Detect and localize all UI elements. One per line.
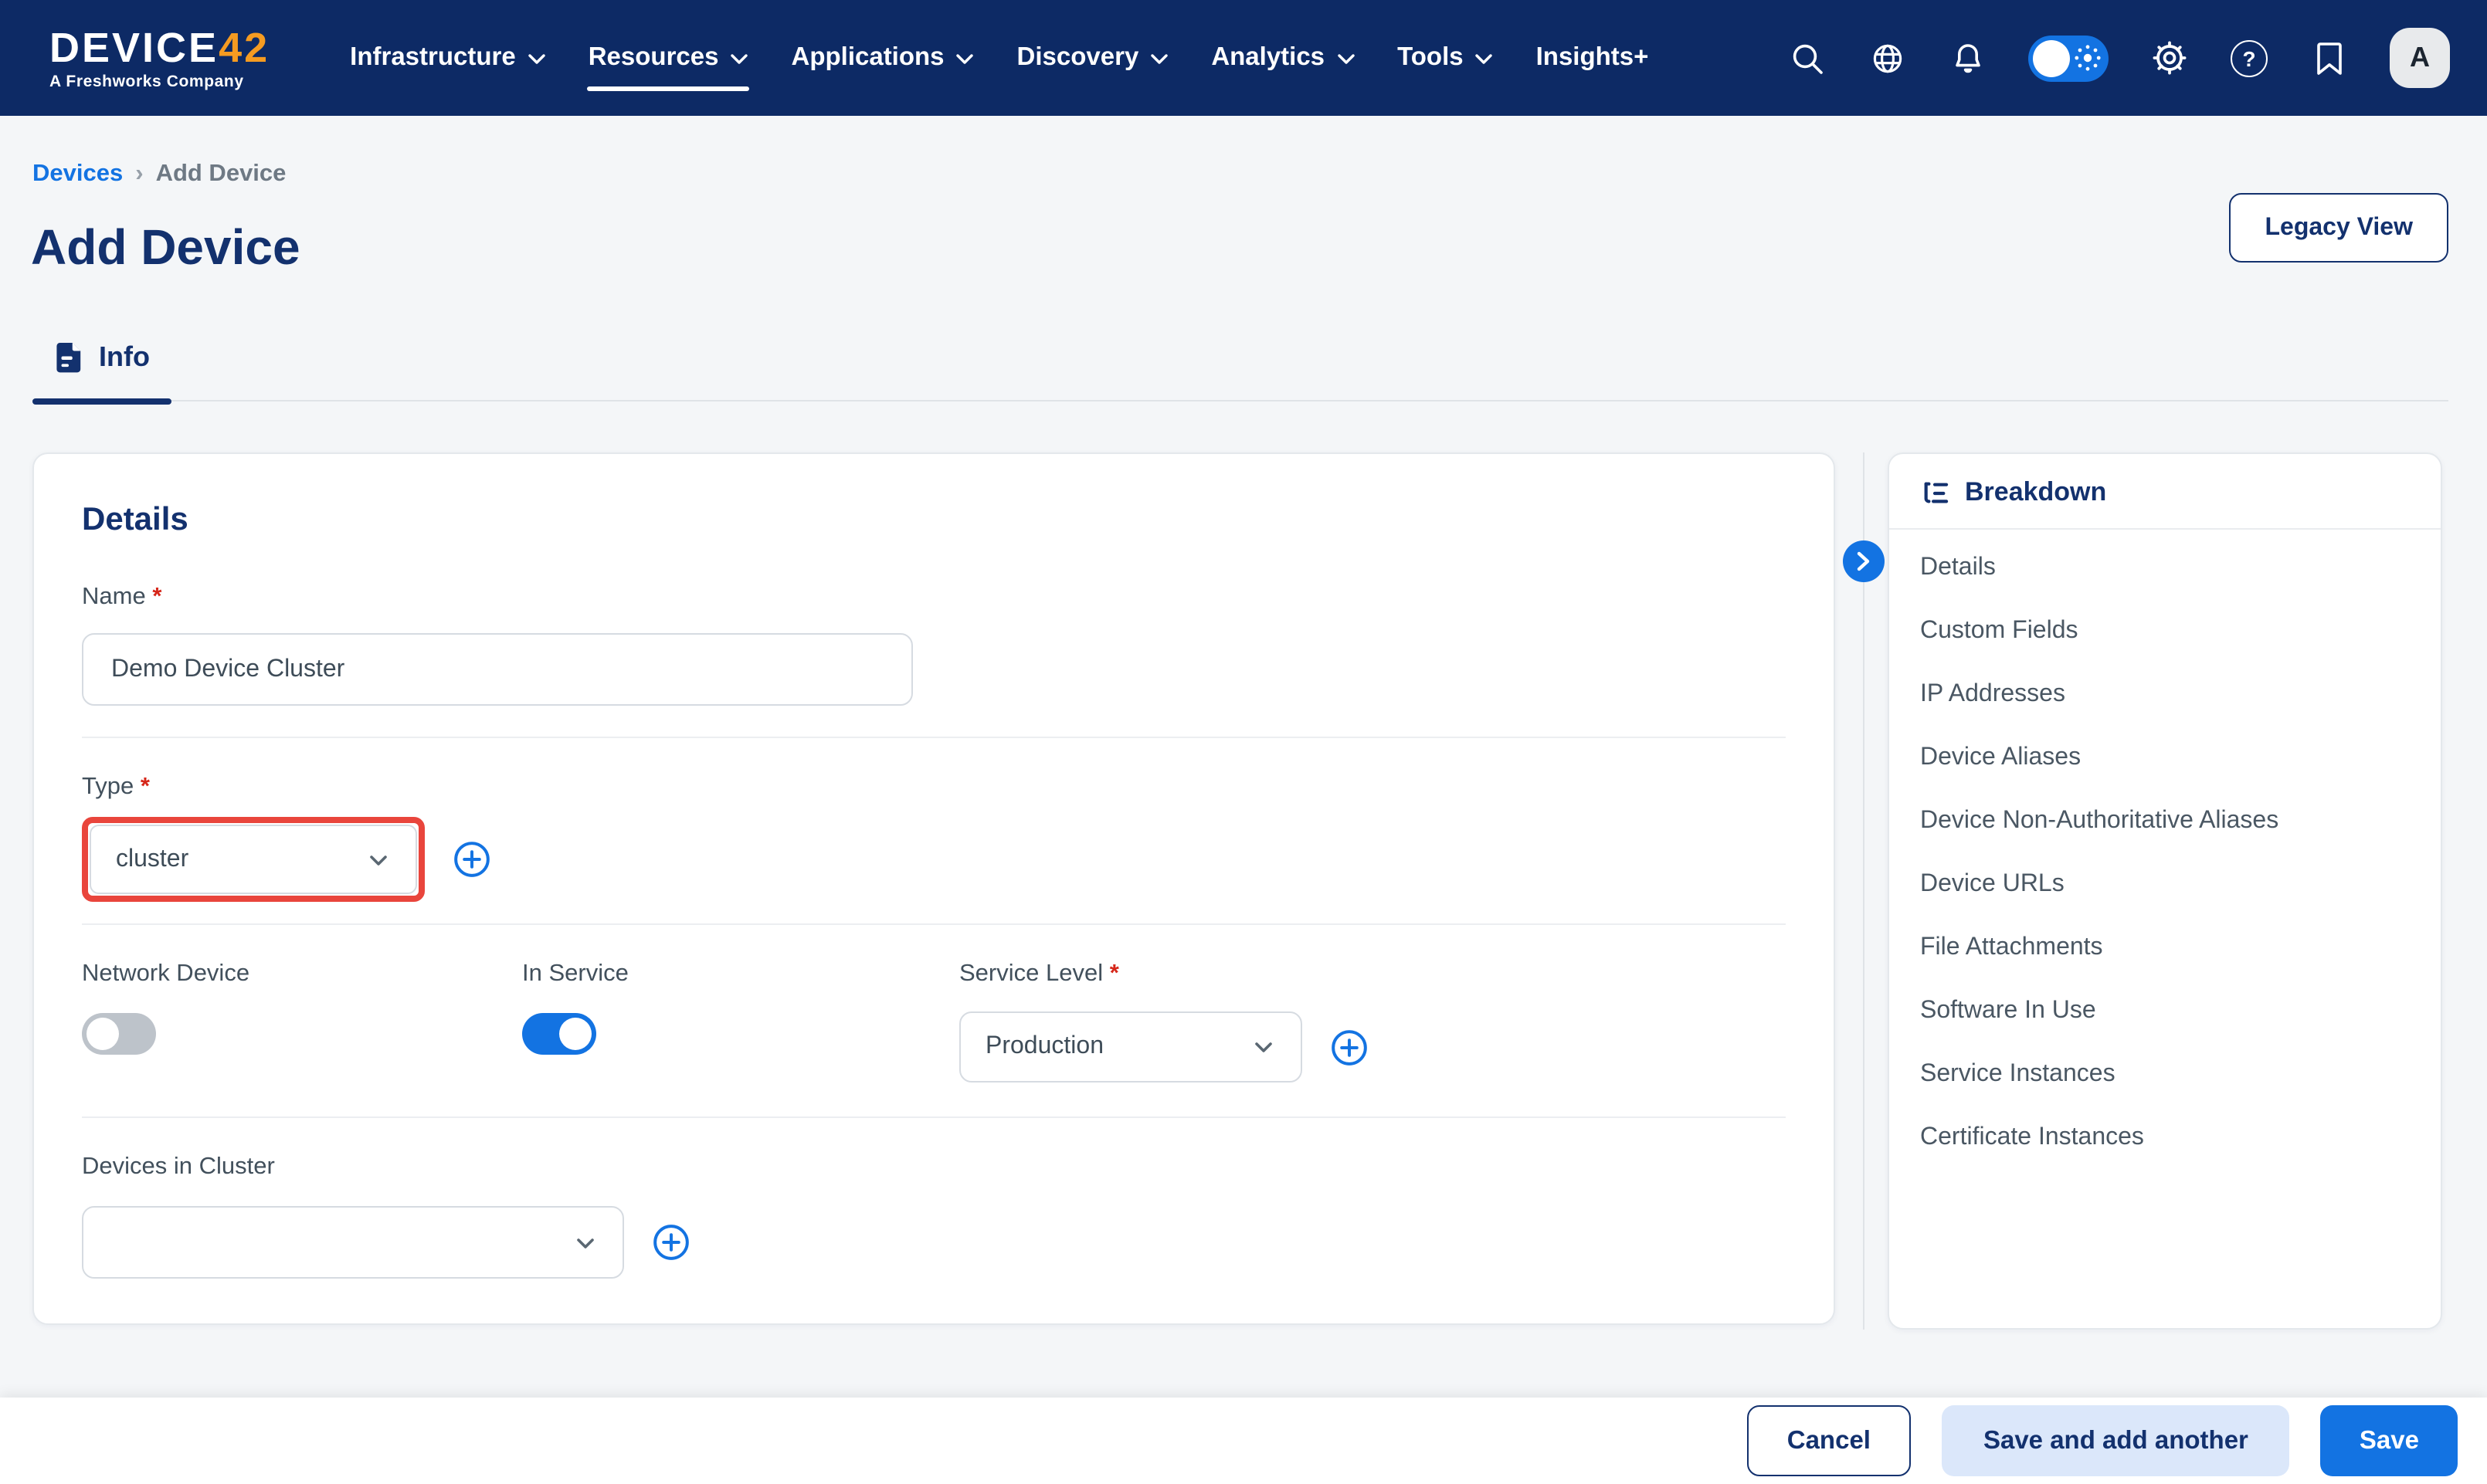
service-level-label: Service Level — [959, 959, 1369, 988]
breadcrumb-separator: › — [135, 161, 143, 188]
save-and-add-another-button[interactable]: Save and add another — [1942, 1405, 2290, 1476]
theme-toggle-knob — [2033, 39, 2070, 76]
breakdown-list: Details Custom Fields IP Addresses Devic… — [1889, 530, 2441, 1175]
nav-item[interactable]: Tools — [1376, 0, 1515, 116]
main-menu: Infrastructure Resources Applications Di… — [328, 0, 1670, 116]
breakdown-list-item[interactable]: Certificate Instances — [1920, 1106, 2410, 1169]
logo-tagline: A Freshworks Company — [49, 72, 270, 90]
legacy-view-button[interactable]: Legacy View — [2229, 193, 2448, 263]
list-tree-icon — [1920, 479, 1949, 506]
chevron-down-icon — [573, 1230, 598, 1255]
breadcrumb: Devices › Add Device — [32, 161, 286, 188]
breakdown-list-item[interactable]: Device Aliases — [1920, 726, 2410, 789]
globe-icon[interactable] — [1868, 39, 1906, 77]
collapse-panel-button[interactable] — [1843, 540, 1885, 582]
breadcrumb-current: Add Device — [156, 161, 287, 188]
nav-item[interactable]: Resources — [567, 0, 770, 116]
in-service-toggle[interactable] — [522, 1013, 596, 1055]
tab-info[interactable]: Info — [32, 341, 171, 400]
service-level-value: Production — [986, 1033, 1104, 1061]
gear-icon[interactable] — [2150, 39, 2189, 77]
type-select-value: cluster — [116, 845, 188, 873]
breakdown-title: Breakdown — [1965, 477, 2106, 508]
cancel-button[interactable]: Cancel — [1747, 1405, 1911, 1476]
breakdown-list-item[interactable]: Software In Use — [1920, 979, 2410, 1042]
chevron-down-icon — [731, 54, 748, 65]
save-button[interactable]: Save — [2321, 1405, 2458, 1476]
nav-item[interactable]: Discovery — [996, 0, 1190, 116]
type-highlight-annotation: cluster — [82, 817, 425, 902]
page-title: Add Device — [31, 218, 300, 276]
breakdown-list-item[interactable]: Details — [1920, 536, 2410, 599]
name-input[interactable] — [82, 633, 913, 706]
chevron-down-icon — [1476, 54, 1493, 65]
breakdown-header: Breakdown — [1889, 454, 2441, 530]
panel-rail — [1863, 452, 1864, 1330]
chevron-down-icon — [366, 847, 391, 872]
name-label: Name — [82, 582, 1786, 612]
add-service-level-button[interactable] — [1330, 1028, 1369, 1066]
section-title-details: Details — [82, 500, 1786, 540]
breakdown-list-item[interactable]: Custom Fields — [1920, 599, 2410, 662]
action-footer: Cancel Save and add another Save — [0, 1398, 2487, 1484]
add-device-to-cluster-button[interactable] — [652, 1223, 690, 1262]
nav-item[interactable]: Infrastructure — [328, 0, 567, 116]
breadcrumb-devices-link[interactable]: Devices — [32, 161, 123, 188]
breakdown-list-item[interactable]: Device Non-Authoritative Aliases — [1920, 789, 2410, 852]
help-icon[interactable]: ? — [2231, 39, 2268, 76]
toggle-knob — [559, 1018, 592, 1050]
toggle-knob — [87, 1018, 119, 1050]
type-select[interactable]: cluster — [90, 825, 417, 894]
bell-icon[interactable] — [1948, 39, 1987, 77]
sun-icon — [2073, 43, 2102, 73]
tab-info-label: Info — [99, 341, 150, 374]
add-type-button[interactable] — [453, 840, 491, 879]
network-device-toggle[interactable] — [82, 1013, 156, 1055]
nav-item[interactable]: Applications — [770, 0, 996, 116]
service-level-select[interactable]: Production — [959, 1011, 1302, 1083]
app-viewport: DEVICE42 A Freshworks Company Infrastruc… — [0, 0, 2487, 1484]
in-service-label: In Service — [522, 959, 959, 988]
breakdown-list-item[interactable]: File Attachments — [1920, 916, 2410, 979]
breakdown-list-item[interactable]: IP Addresses — [1920, 662, 2410, 726]
devices-in-cluster-label: Devices in Cluster — [82, 1152, 1786, 1181]
device42-logo[interactable]: DEVICE42 A Freshworks Company — [49, 25, 270, 90]
breakdown-list-item[interactable]: Device URLs — [1920, 852, 2410, 916]
details-card: Details Name Type cluster — [32, 452, 1835, 1325]
bookmark-icon[interactable] — [2309, 39, 2348, 77]
chevron-down-icon — [1251, 1035, 1276, 1059]
nav-item[interactable]: Analytics — [1189, 0, 1376, 116]
tab-bar: Info — [32, 341, 2448, 401]
network-device-label: Network Device — [82, 959, 522, 988]
nav-item[interactable]: Insights+ — [1515, 0, 1671, 116]
user-avatar[interactable]: A — [2390, 28, 2450, 88]
search-icon[interactable] — [1787, 39, 1826, 77]
chevron-down-icon — [1151, 54, 1168, 65]
devices-in-cluster-select[interactable] — [82, 1206, 624, 1279]
logo-wordmark: DEVICE42 — [49, 25, 270, 69]
top-nav: DEVICE42 A Freshworks Company Infrastruc… — [0, 0, 2487, 116]
document-icon — [54, 341, 83, 374]
theme-toggle[interactable] — [2028, 35, 2109, 81]
breakdown-panel: Breakdown Details Custom Fields IP Addre… — [1888, 452, 2442, 1330]
chevron-down-icon — [957, 54, 974, 65]
nav-utilities: ? A — [1787, 28, 2450, 88]
type-label: Type — [82, 772, 1786, 801]
chevron-down-icon — [528, 54, 545, 65]
chevron-right-icon — [1857, 551, 1871, 571]
chevron-down-icon — [1337, 54, 1354, 65]
breakdown-list-item[interactable]: Service Instances — [1920, 1042, 2410, 1106]
